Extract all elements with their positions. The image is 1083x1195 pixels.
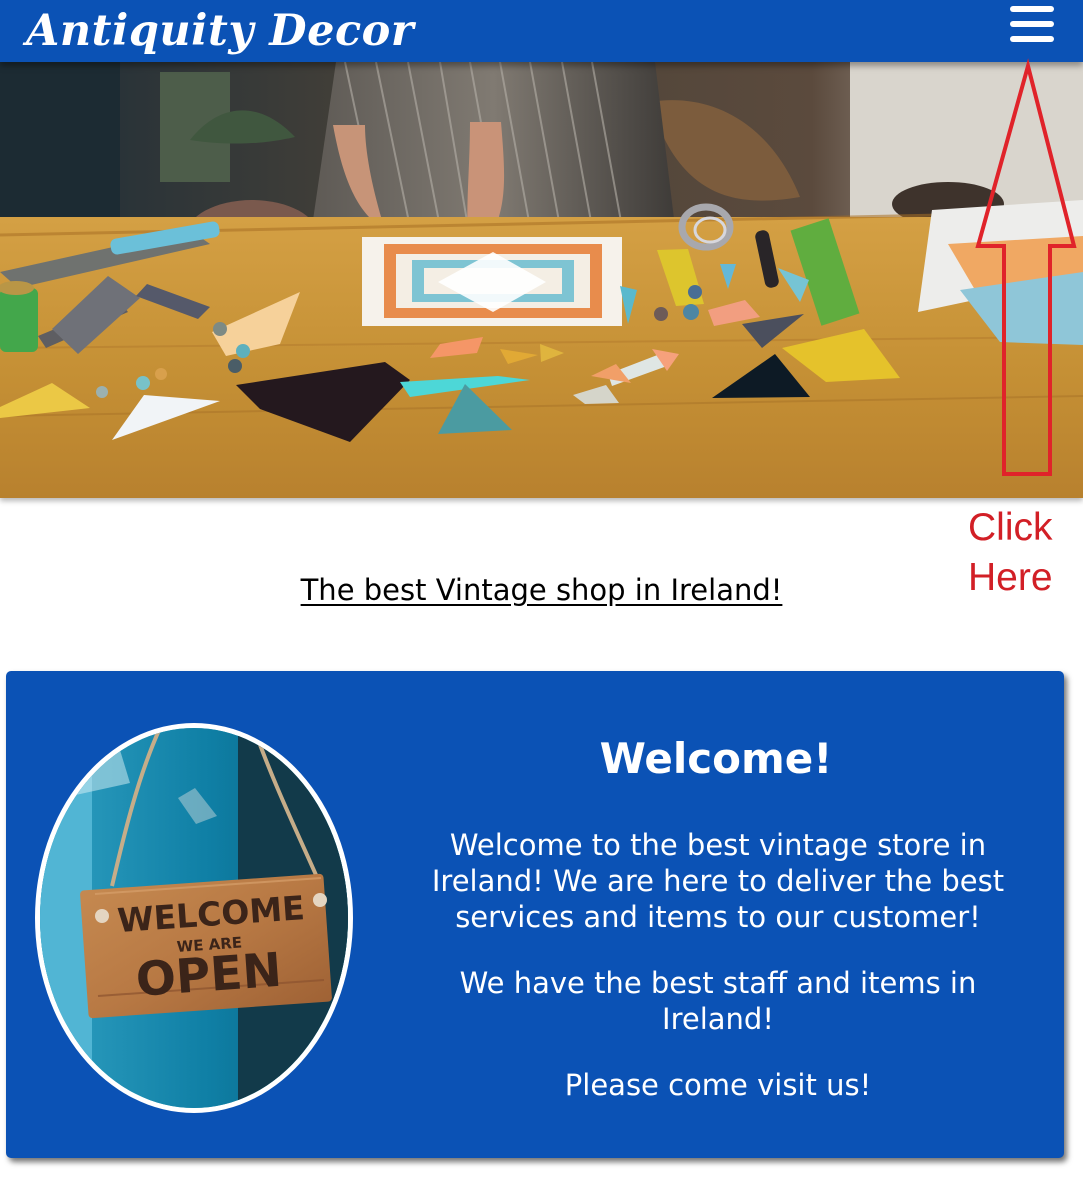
- welcome-paragraph-1: Welcome to the best vintage store in Ire…: [431, 828, 1005, 934]
- stained-glass-workspace-image: [0, 62, 1083, 498]
- hamburger-menu-icon-line: [1010, 21, 1054, 27]
- welcome-copy: Welcome to the best vintage store in Ire…: [418, 827, 1018, 1103]
- welcome-title: Welcome!: [599, 734, 833, 783]
- welcome-paragraph-3: Please come visit us!: [564, 1068, 872, 1102]
- hamburger-menu-icon-line: [1010, 6, 1054, 12]
- welcome-sign-photo: WELCOME WE ARE OPEN: [40, 728, 348, 1108]
- welcome-sign-image: WELCOME WE ARE OPEN: [35, 723, 353, 1113]
- site-header: Antiquity Decor: [0, 0, 1083, 62]
- click-here-annotation: Click Here: [968, 503, 1078, 603]
- sign-line-3: OPEN: [134, 943, 283, 1008]
- tagline-section: The best Vintage shop in Ireland!: [0, 570, 1083, 610]
- welcome-section: WELCOME WE ARE OPEN Welcome! Welcome to …: [6, 671, 1064, 1158]
- hero-image: [0, 62, 1083, 498]
- site-logo[interactable]: Antiquity Decor: [26, 4, 414, 58]
- annotation-line-2: Here: [968, 556, 1053, 599]
- hamburger-menu-button[interactable]: [1008, 4, 1058, 44]
- welcome-paragraph-2: We have the best staff and items in Irel…: [459, 966, 977, 1036]
- page: Antiquity Decor Click Here The best Vint…: [0, 0, 1083, 1195]
- tagline-link[interactable]: The best Vintage shop in Ireland!: [301, 573, 783, 607]
- hamburger-menu-icon-line: [1010, 36, 1054, 42]
- annotation-line-1: Click: [968, 506, 1053, 549]
